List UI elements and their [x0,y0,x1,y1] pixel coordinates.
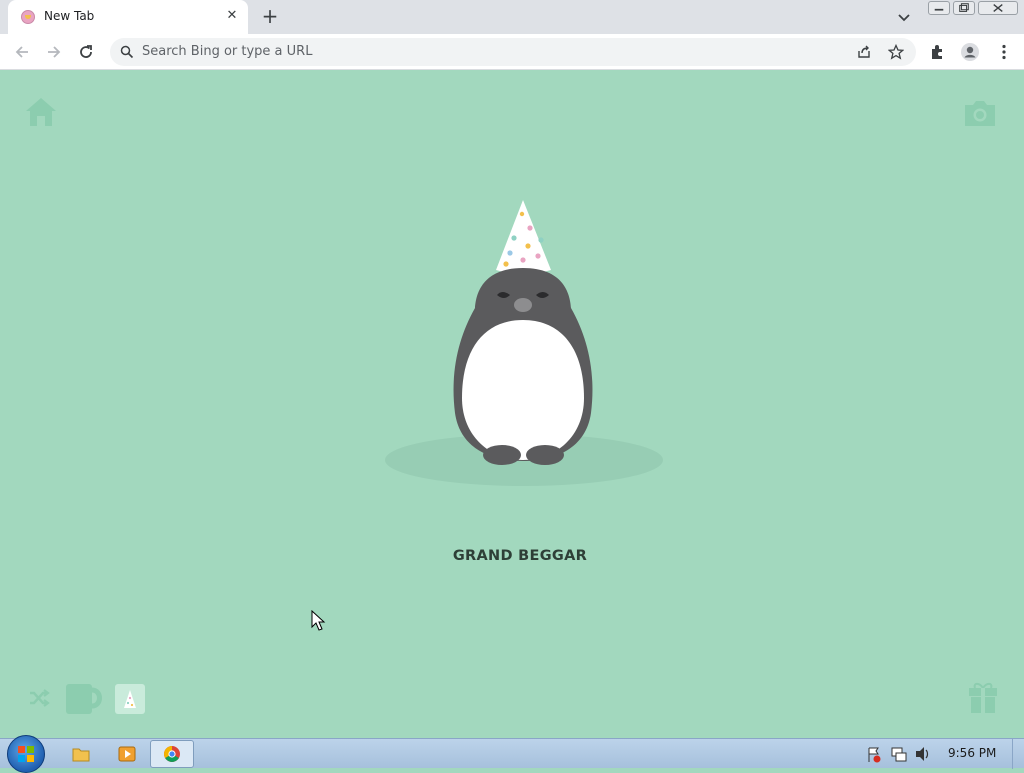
chrome-icon [164,746,180,762]
browser-tab-strip: New Tab ✕ + [0,0,1024,34]
show-desktop-button[interactable] [1012,739,1024,769]
mouse-cursor-icon [311,610,326,631]
reload-icon[interactable] [76,42,96,62]
taskbar-clock[interactable]: 9:56 PM [948,746,996,760]
media-player-icon[interactable] [112,740,142,768]
bookmark-star-icon[interactable] [888,44,904,60]
volume-icon[interactable] [914,740,932,768]
camera-icon[interactable] [962,98,998,128]
character-name: GRAND BEGGAR [452,548,588,564]
extensions-icon[interactable] [928,42,948,62]
penguin-left-foot [483,445,521,465]
back-arrow-icon[interactable] [12,42,32,62]
minimize-button[interactable] [928,1,950,15]
home-icon[interactable] [24,96,58,128]
tab-title: New Tab [44,9,95,23]
chrome-taskbar-button[interactable] [150,740,194,768]
start-button[interactable] [7,735,45,773]
penguin-belly [462,320,584,460]
party-hat-selector[interactable] [115,684,145,714]
menu-icon[interactable] [994,42,1014,62]
forward-arrow-icon[interactable] [44,42,64,62]
search-icon [120,45,134,59]
taskbar: 9:56 PM [0,735,1024,773]
browser-toolbar: Search Bing or type a URL [0,34,1024,70]
restore-button[interactable] [953,1,975,15]
tab-favicon-icon [21,10,35,24]
penguin-illustration [385,200,663,486]
tab-new-tab[interactable]: New Tab ✕ [8,0,248,34]
mug-icon[interactable] [65,682,103,716]
shuffle-icon[interactable] [28,688,50,708]
address-bar-placeholder: Search Bing or type a URL [142,44,313,59]
windows-logo-icon [18,746,34,762]
penguin-right-foot [526,445,564,465]
tab-search-chevron-icon[interactable] [894,7,914,27]
party-hat-icon [124,690,136,708]
action-center-flag-icon[interactable] [866,740,882,768]
file-explorer-icon[interactable] [66,740,96,768]
close-window-button[interactable] [978,1,1018,15]
profile-icon[interactable] [960,42,980,62]
gift-icon[interactable] [968,680,998,714]
new-tab-page: GRAND BEGGAR [0,70,1024,738]
new-tab-button[interactable]: + [258,5,282,29]
address-bar[interactable]: Search Bing or type a URL [110,38,916,66]
network-icon[interactable] [890,740,908,768]
tab-close-button[interactable]: ✕ [224,8,240,24]
share-icon[interactable] [856,44,872,60]
